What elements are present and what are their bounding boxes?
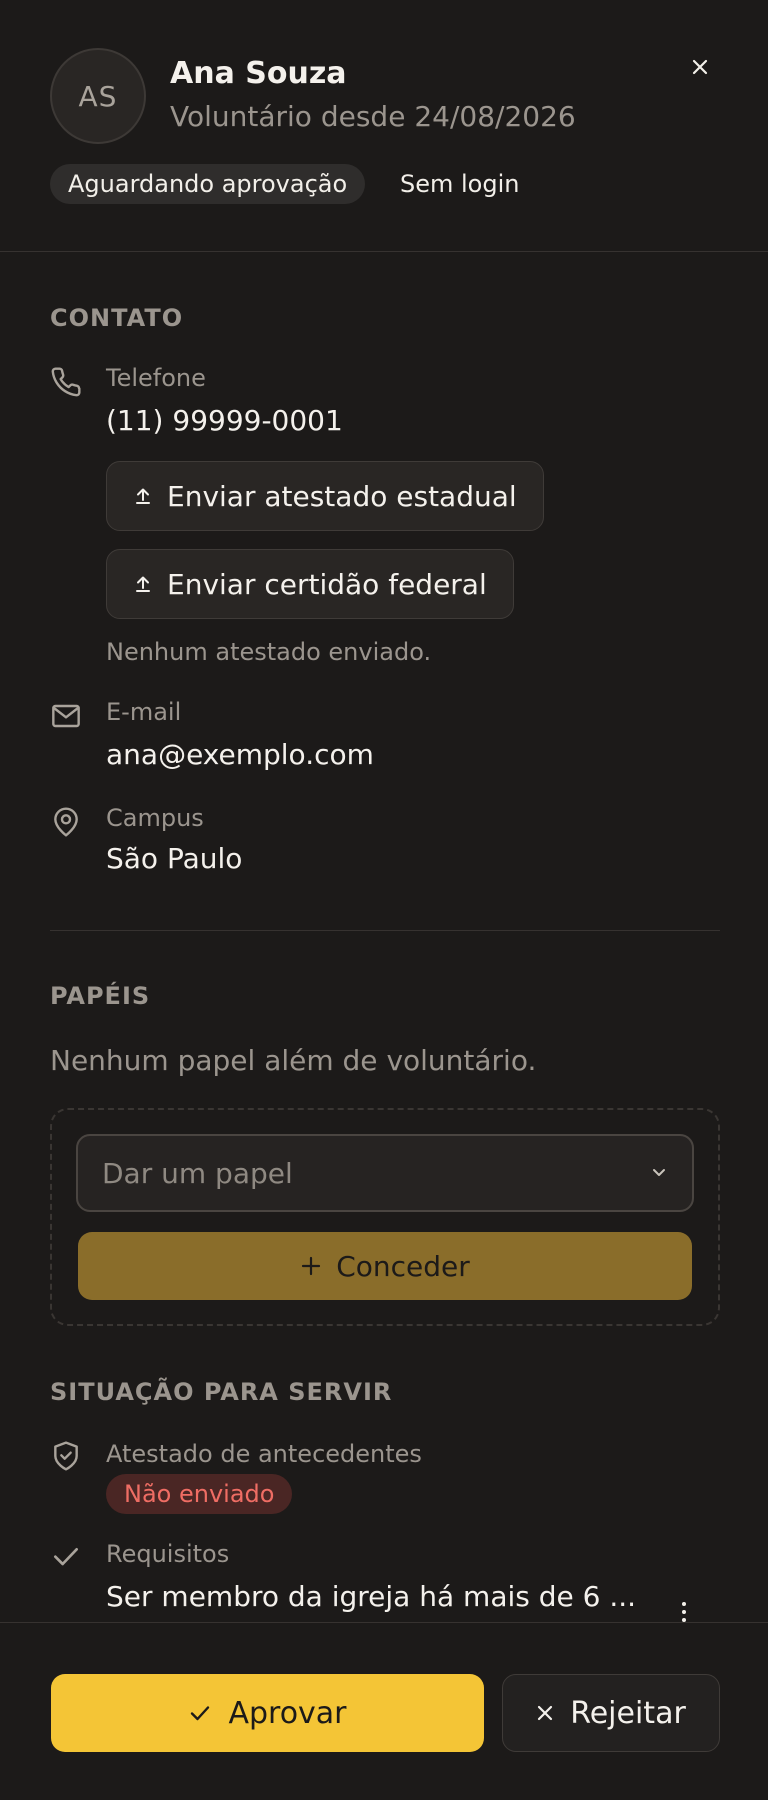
check-icon (191, 1706, 210, 1721)
roles-empty-text: Nenhum papel além de voluntário. (50, 1044, 537, 1077)
campus-value: São Paulo (106, 842, 243, 875)
role-select-placeholder: Dar um papel (102, 1156, 293, 1190)
avatar: AS (50, 48, 146, 144)
approve-button[interactable]: Aprovar (51, 1674, 484, 1752)
upload-icon (136, 576, 150, 592)
phone-icon (51, 367, 81, 397)
role-select[interactable]: Dar um papel (76, 1134, 694, 1212)
requirements-label: Requisitos (106, 1540, 230, 1568)
shield-check-icon (54, 1441, 78, 1471)
no-certificate-text: Nenhum atestado enviado. (106, 638, 432, 666)
background-check-label: Atestado de antecedentes (106, 1440, 422, 1468)
mail-icon (52, 704, 80, 728)
volunteer-since: Voluntário desde 24/08/2026 (170, 100, 576, 133)
plus-icon (302, 1256, 321, 1276)
upload-state-certificate-button[interactable]: Enviar atestado estadual (106, 461, 544, 531)
upload-federal-certificate-label: Enviar certidão federal (167, 567, 487, 601)
contact-section-title: CONTATO (50, 304, 184, 332)
upload-federal-certificate-button[interactable]: Enviar certidão federal (106, 549, 514, 619)
map-pin-icon (54, 807, 78, 837)
approve-label: Aprovar (228, 1695, 347, 1731)
serve-status-section-title: SITUAÇÃO PARA SERVIR (50, 1378, 393, 1406)
section-divider (50, 930, 720, 931)
reject-label: Rejeitar (570, 1695, 686, 1731)
close-icon (538, 1705, 553, 1721)
campus-label: Campus (106, 804, 204, 832)
upload-icon (136, 488, 150, 504)
roles-section-title: PAPÉIS (50, 982, 151, 1010)
close-button[interactable] (683, 50, 717, 84)
background-check-status-badge: Não enviado (106, 1474, 293, 1514)
check-icon (54, 1548, 78, 1566)
volunteer-name: Ana Souza (170, 56, 347, 91)
requirements-value: Ser membro da igreja há mais de 6 ... (106, 1580, 637, 1613)
upload-state-certificate-label: Enviar atestado estadual (167, 479, 517, 513)
status-badge: Aguardando aprovação (50, 164, 366, 204)
phone-value: (11) 99999-0001 (106, 404, 343, 437)
grant-role-button[interactable]: Conceder (78, 1232, 692, 1300)
close-icon (692, 59, 708, 75)
chevron-down-icon (653, 1169, 665, 1176)
email-label: E-mail (106, 698, 182, 726)
profile-header: AS Ana Souza Voluntário desde 24/08/2026… (0, 0, 768, 252)
reject-button[interactable]: Rejeitar (502, 1674, 720, 1752)
phone-label: Telefone (106, 364, 206, 392)
more-vertical-icon (682, 1602, 686, 1622)
grant-role-label: Conceder (336, 1249, 470, 1283)
email-value: ana@exemplo.com (106, 738, 374, 771)
login-badge: Sem login (400, 170, 520, 198)
